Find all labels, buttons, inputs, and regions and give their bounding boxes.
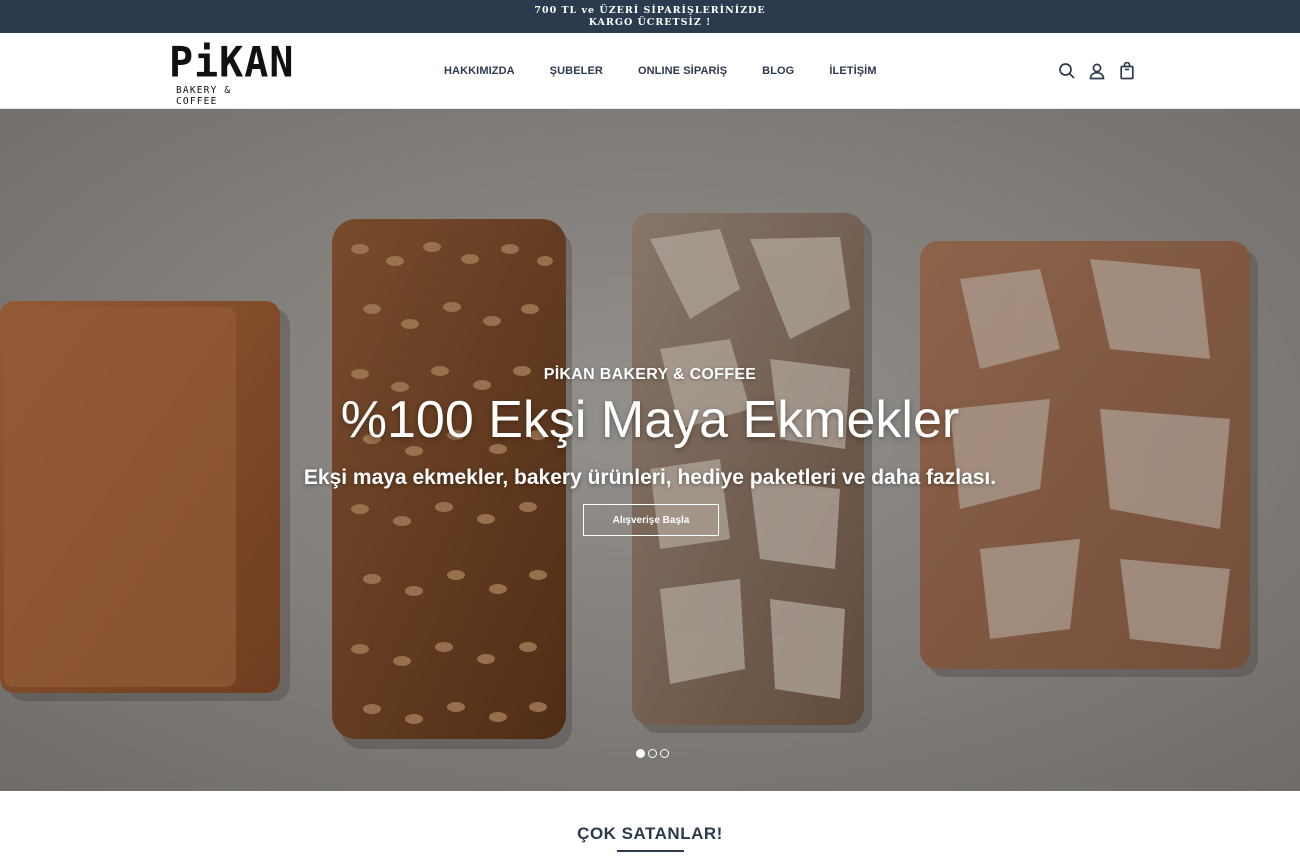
hero-slider: PİKAN BAKERY & COFFEE %100 Ekşi Maya Ekm… — [0, 109, 1300, 791]
nav-item-subeler[interactable]: ŞUBELER — [550, 65, 603, 77]
slider-dot-2[interactable] — [648, 749, 657, 758]
announcement-bar: 700 TL ve ÜZERİ SİPARİŞLERİNİZDE KARGO Ü… — [0, 0, 1300, 33]
brand-name: PiKAN — [169, 38, 295, 88]
brand-logo[interactable]: PiKAN BAKERY & COFFEE — [169, 38, 295, 107]
nav-item-iletisim[interactable]: İLETİŞİM — [829, 65, 876, 77]
cart-icon[interactable] — [1118, 61, 1136, 80]
slider-dots — [636, 749, 669, 758]
announcement-line-2: KARGO ÜCRETSİZ ! — [588, 16, 712, 28]
hero-overlay — [0, 109, 1300, 791]
hero-headline: %100 Ekşi Maya Ekmekler — [340, 391, 960, 449]
shop-now-button[interactable]: Alışverişe Başla — [583, 504, 719, 536]
nav-item-blog[interactable]: BLOG — [762, 65, 794, 77]
slider-dot-1[interactable] — [636, 749, 645, 758]
account-icon[interactable] — [1088, 62, 1106, 80]
search-icon[interactable] — [1058, 62, 1076, 80]
nav-item-hakkimizda[interactable]: HAKKIMIZDA — [444, 65, 515, 77]
hero-kicker: PİKAN BAKERY & COFFEE — [543, 366, 757, 383]
site-header: PiKAN BAKERY & COFFEE HAKKIMIZDA ŞUBELER… — [0, 33, 1300, 109]
slider-dot-3[interactable] — [660, 749, 669, 758]
section-title: ÇOK SATANLAR! — [577, 824, 723, 843]
main-nav: HAKKIMIZDA ŞUBELER ONLINE SİPARİŞ BLOG İ… — [444, 33, 877, 109]
hero-subline: Ekşi maya ekmekler, bakery ürünleri, hed… — [303, 466, 997, 489]
nav-item-online-siparis[interactable]: ONLINE SİPARİŞ — [638, 65, 727, 77]
section-title-underline — [617, 850, 684, 852]
header-icons — [1058, 61, 1136, 80]
brand-tagline: BAKERY & COFFEE — [176, 85, 232, 107]
announcement-line-1: 700 TL ve ÜZERİ SİPARİŞLERİNİZDE — [534, 4, 766, 16]
